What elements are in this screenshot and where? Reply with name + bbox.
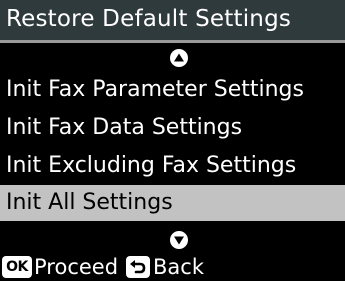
menu-item-label: Init Fax Parameter Settings <box>6 77 304 102</box>
lcd-screen: Restore Default Settings Init Fax Parame… <box>0 0 345 281</box>
menu-item-init-fax-parameter-settings[interactable]: Init Fax Parameter Settings <box>0 72 345 108</box>
triangle-up-icon <box>170 49 188 67</box>
scroll-down-indicator[interactable] <box>0 227 345 253</box>
triangle-down-icon <box>170 231 188 249</box>
menu-item-init-excluding-fax-settings[interactable]: Init Excluding Fax Settings <box>0 148 345 184</box>
page-title: Restore Default Settings <box>6 6 292 32</box>
back-arrow-icon[interactable] <box>126 256 150 278</box>
menu-item-label: Init All Settings <box>6 190 173 215</box>
menu-item-label: Init Fax Data Settings <box>6 115 243 140</box>
triangle-down-icon-shape <box>174 236 184 245</box>
menu-list: Init Fax Parameter Settings Init Fax Dat… <box>0 72 345 222</box>
button-guide-bar: OK Proceed Back <box>0 254 345 281</box>
menu-item-label: Init Excluding Fax Settings <box>6 153 297 178</box>
ok-key-icon[interactable]: OK <box>2 256 32 278</box>
scroll-up-indicator[interactable] <box>0 45 345 71</box>
menu-item-init-fax-data-settings[interactable]: Init Fax Data Settings <box>0 110 345 146</box>
back-arrow-icon-shape <box>130 260 146 274</box>
back-label: Back <box>153 255 204 279</box>
title-bar: Restore Default Settings <box>0 0 345 40</box>
proceed-label: Proceed <box>34 255 119 279</box>
menu-item-init-all-settings[interactable]: Init All Settings <box>0 185 345 221</box>
triangle-up-icon-shape <box>174 53 184 62</box>
title-divider <box>0 40 345 43</box>
